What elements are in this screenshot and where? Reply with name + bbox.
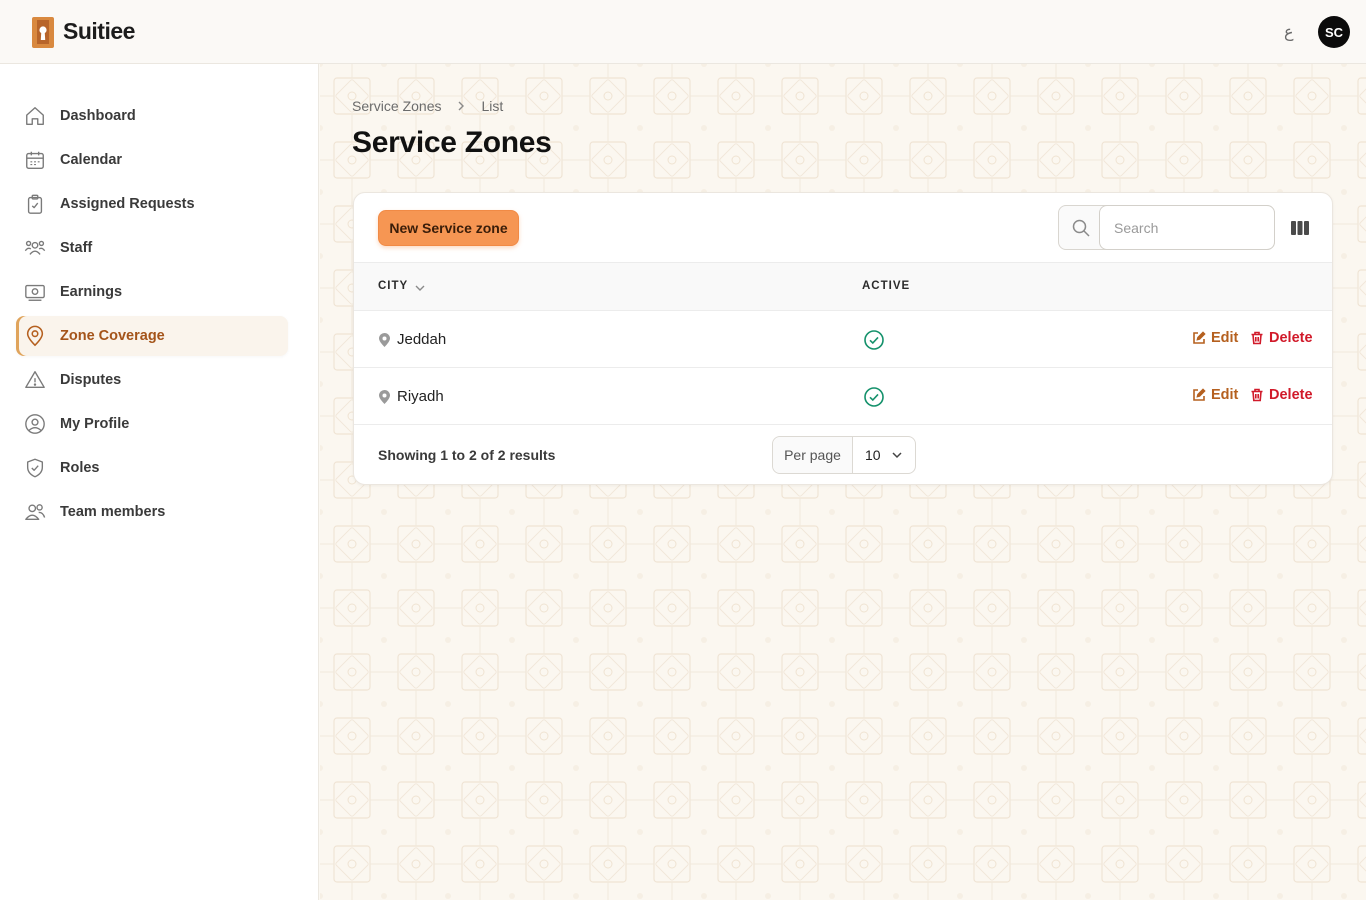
breadcrumb: Service Zones List	[352, 98, 503, 114]
breadcrumb-current: List	[481, 98, 504, 114]
trash-icon	[1251, 331, 1263, 345]
city-name: Riyadh	[397, 388, 444, 405]
column-header-city[interactable]: CITY	[378, 280, 408, 292]
delete-button[interactable]: Delete	[1250, 387, 1313, 403]
shield-check-icon	[26, 458, 44, 478]
column-header-active: ACTIVE	[862, 280, 911, 292]
sidebar-item-disputes[interactable]: Disputes	[16, 360, 288, 400]
per-page-select[interactable]: 10	[853, 437, 915, 473]
sidebar-item-earnings[interactable]: Earnings	[16, 272, 288, 312]
sidebar-item-calendar[interactable]: Calendar	[16, 140, 288, 180]
edit-icon	[1193, 388, 1206, 401]
table-row: Riyadh Edit Delete	[354, 368, 1332, 425]
trash-icon	[1251, 388, 1263, 402]
sidebar-item-my-profile[interactable]: My Profile	[16, 404, 288, 444]
sidebar-item-label: My Profile	[60, 416, 130, 432]
search-box	[1058, 205, 1275, 250]
main-content: Service Zones List Service Zones New Ser…	[320, 64, 1366, 900]
sidebar-item-label: Assigned Requests	[60, 196, 195, 212]
per-page-label: Per page	[773, 437, 853, 473]
sidebar-item-label: Roles	[60, 460, 100, 476]
edit-button[interactable]: Edit	[1192, 387, 1238, 403]
sidebar-item-label: Calendar	[60, 152, 123, 168]
app-name: Suitiee	[63, 18, 135, 44]
city-name: Jeddah	[397, 331, 447, 348]
sidebar-item-label: Team members	[60, 504, 166, 520]
chevron-right-icon	[458, 101, 465, 111]
delete-button[interactable]: Delete	[1250, 330, 1313, 346]
edit-label: Edit	[1211, 330, 1239, 346]
per-page-value: 10	[865, 447, 881, 463]
sidebar-item-staff[interactable]: Staff	[16, 228, 288, 268]
sidebar-item-team-members[interactable]: Team members	[16, 492, 288, 532]
new-service-zone-button[interactable]: New Service zone	[378, 210, 519, 246]
sidebar-item-zone-coverage[interactable]: Zone Coverage	[16, 316, 288, 356]
page-title: Service Zones	[352, 126, 552, 159]
service-zones-table-card: New Service zone CITY ACTIVE Jeddah Edit…	[353, 192, 1333, 485]
check-circle-icon	[864, 387, 884, 407]
map-pin-icon	[26, 325, 44, 347]
users-group-icon	[24, 240, 46, 255]
map-pin-icon	[379, 390, 390, 404]
sidebar-item-label: Staff	[60, 240, 93, 256]
warning-triangle-icon	[25, 371, 45, 389]
sidebar-item-dashboard[interactable]: Dashboard	[16, 96, 288, 136]
user-circle-icon	[25, 414, 45, 434]
keyhole-logo-icon	[32, 17, 54, 48]
sidebar: Dashboard Calendar Assigned Requests Sta…	[0, 64, 319, 900]
top-bar: Suitiee ع SC	[0, 0, 1366, 64]
clipboard-check-icon	[27, 194, 43, 214]
calendar-icon	[26, 151, 44, 169]
app-logo[interactable]: Suitiee	[30, 15, 135, 48]
search-input[interactable]	[1099, 205, 1275, 250]
chevron-down-icon[interactable]	[414, 282, 426, 294]
delete-label: Delete	[1269, 387, 1313, 403]
table-header: CITY ACTIVE	[354, 262, 1332, 311]
sidebar-item-label: Earnings	[60, 284, 123, 300]
edit-label: Edit	[1211, 387, 1239, 403]
language-toggle[interactable]: ع	[1284, 22, 1294, 41]
sidebar-item-label: Dashboard	[60, 108, 136, 124]
sidebar-item-roles[interactable]: Roles	[16, 448, 288, 488]
sidebar-item-label: Zone Coverage	[60, 328, 165, 344]
table-row: Jeddah Edit Delete	[354, 311, 1332, 368]
delete-label: Delete	[1269, 330, 1313, 346]
sidebar-item-label: Disputes	[60, 372, 122, 388]
user-avatar[interactable]: SC	[1318, 16, 1350, 48]
map-pin-icon	[379, 333, 390, 347]
chevron-down-icon	[892, 452, 902, 459]
sidebar-item-assigned-requests[interactable]: Assigned Requests	[16, 184, 288, 224]
banknote-icon	[25, 284, 45, 301]
check-circle-icon	[864, 330, 884, 350]
home-icon	[26, 107, 44, 125]
edit-icon	[1193, 331, 1206, 344]
toggle-columns-icon[interactable]	[1290, 218, 1310, 238]
users-icon	[25, 504, 46, 521]
breadcrumb-parent-link[interactable]: Service Zones	[352, 98, 441, 114]
search-icon	[1072, 219, 1090, 237]
per-page-control: Per page 10	[772, 436, 916, 474]
pagination-summary: Showing 1 to 2 of 2 results	[378, 447, 556, 463]
edit-button[interactable]: Edit	[1192, 330, 1238, 346]
